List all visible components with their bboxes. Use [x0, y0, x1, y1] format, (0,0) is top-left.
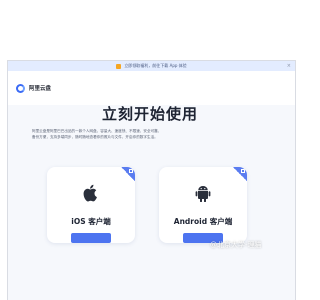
gift-icon — [116, 63, 122, 69]
cloud-drive-logo-icon — [16, 83, 25, 93]
banner-text: 立即领取福利，前往下载 App 体验 — [124, 63, 187, 68]
android-client-card[interactable]: Android 客户端 — [159, 167, 247, 243]
ios-download-button[interactable] — [71, 233, 111, 243]
ios-client-label: iOS 客户端 — [71, 217, 111, 226]
qr-corner[interactable] — [121, 167, 135, 181]
apple-icon — [83, 184, 97, 202]
qr-corner[interactable] — [233, 167, 247, 181]
hero-description: 阿里云盘是阿里巴巴出品的一款个人网盘，容量大、速度快、不限速、安全可靠、备份方便… — [32, 129, 162, 140]
android-client-label: Android 客户端 — [173, 217, 233, 226]
top-header: 阿里云盘 — [8, 71, 295, 105]
ios-client-card[interactable]: iOS 客户端 — [47, 167, 135, 243]
promo-banner[interactable]: 立即领取福利，前往下载 App 体验 × — [8, 61, 295, 71]
watermark-text: @北京大学-理猫 — [210, 241, 262, 249]
close-icon[interactable]: × — [287, 63, 291, 69]
qr-code-icon — [129, 169, 133, 173]
android-icon — [195, 186, 211, 202]
qr-code-icon — [241, 169, 245, 173]
brand-name[interactable]: 阿里云盘 — [29, 84, 51, 92]
page-title: 立刻开始使用 — [101, 105, 198, 123]
